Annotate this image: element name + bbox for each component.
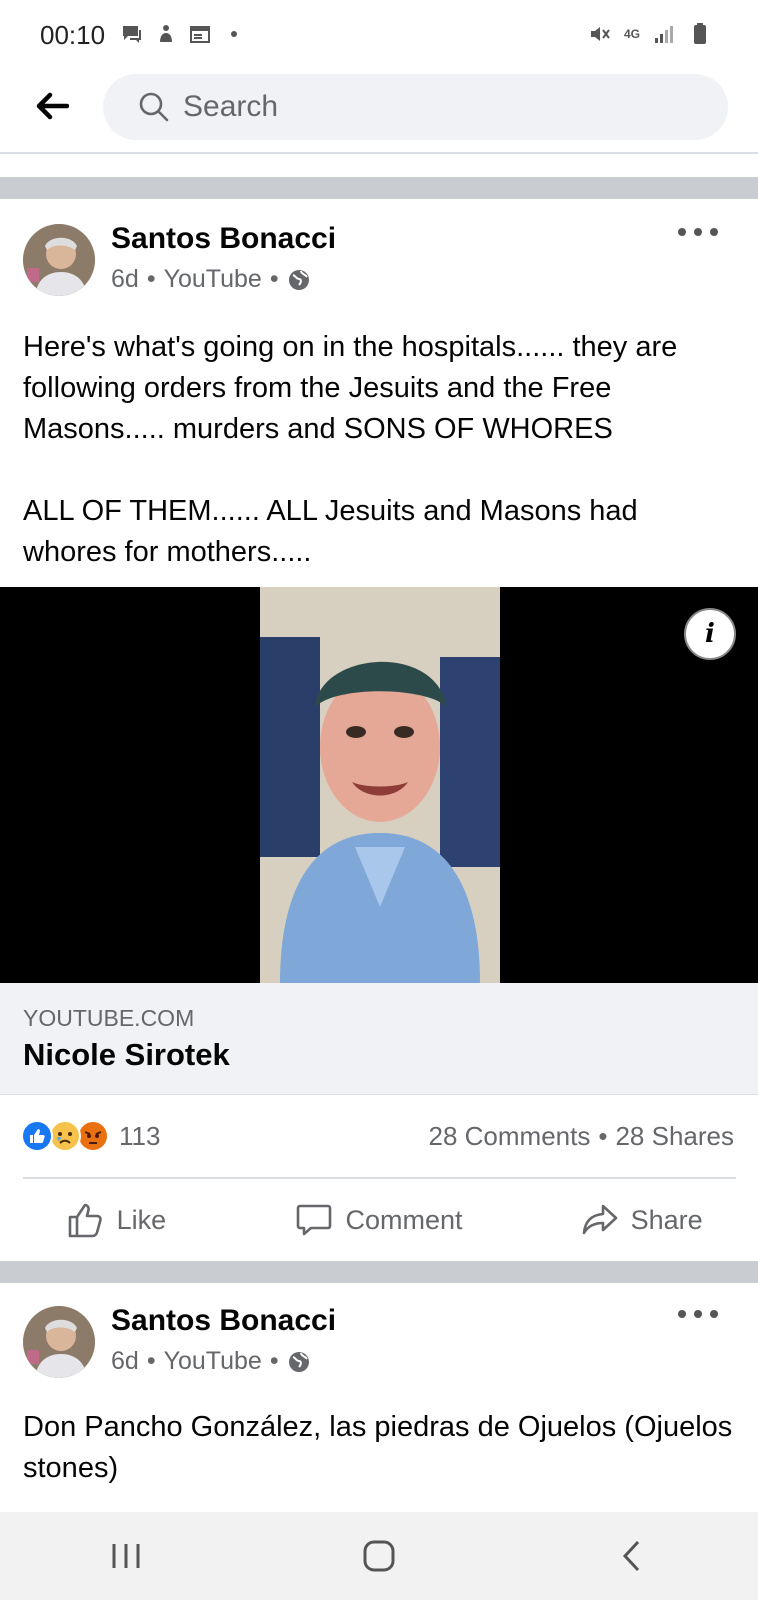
search-icon bbox=[139, 92, 169, 122]
meta-separator: • bbox=[146, 1347, 156, 1375]
post-source: YouTube bbox=[163, 1347, 262, 1375]
back-arrow-icon bbox=[36, 92, 69, 120]
reaction-icons[interactable] bbox=[21, 1120, 109, 1152]
post-options-button[interactable] bbox=[678, 217, 718, 247]
link-domain: YOUTUBE.COM bbox=[23, 1005, 195, 1031]
globe-icon bbox=[288, 1351, 309, 1372]
post-meta: 6d • YouTube • bbox=[111, 1347, 311, 1376]
mute-icon bbox=[590, 27, 610, 41]
post-time[interactable]: 6d bbox=[111, 1347, 139, 1376]
link-title: Nicole Sirotek bbox=[23, 1037, 230, 1072]
post-text: Don Pancho González, las piedras de Ojue… bbox=[23, 1411, 741, 1484]
comments-count[interactable]: 28 Comments bbox=[429, 1121, 591, 1152]
calendar-icon bbox=[190, 26, 210, 43]
more-notifications-dot-icon bbox=[231, 31, 237, 37]
app-notification-icon bbox=[160, 25, 172, 42]
dot bbox=[694, 1310, 702, 1318]
like-label: Like bbox=[116, 1204, 167, 1235]
chevron-left-icon bbox=[622, 1540, 639, 1572]
status-bar: 00:10 4G bbox=[0, 0, 758, 70]
search-header: Search bbox=[0, 70, 758, 154]
post-time[interactable]: 6d bbox=[111, 265, 139, 294]
share-icon bbox=[582, 1204, 617, 1235]
post-text: Here's what's going on in the hospitals.… bbox=[23, 331, 678, 568]
dot bbox=[678, 228, 686, 236]
battery-icon bbox=[694, 23, 706, 44]
search-input[interactable]: Search bbox=[103, 74, 728, 140]
post-actions: Like Comment Share bbox=[0, 1179, 758, 1261]
profile-photo bbox=[23, 224, 95, 296]
like-button[interactable]: Like bbox=[0, 1179, 263, 1261]
post-author[interactable]: Santos Bonacci bbox=[111, 222, 336, 256]
reaction-count[interactable]: 113 bbox=[119, 1121, 160, 1152]
meta-separator: • bbox=[269, 265, 279, 293]
system-back-button[interactable] bbox=[592, 1526, 672, 1586]
feed-divider bbox=[0, 1261, 758, 1283]
post-author[interactable]: Santos Bonacci bbox=[111, 1304, 336, 1338]
recent-apps-button[interactable] bbox=[86, 1526, 166, 1586]
recent-apps-icon bbox=[112, 1544, 140, 1568]
globe-icon bbox=[288, 269, 309, 290]
avatar[interactable] bbox=[23, 224, 95, 296]
post-meta: 6d • YouTube • bbox=[111, 265, 311, 294]
network-type: 4G bbox=[623, 27, 640, 41]
comment-label: Comment bbox=[345, 1204, 463, 1235]
video-player[interactable]: i bbox=[0, 587, 758, 983]
reactions-summary: 113 28 Comments • 28 Shares bbox=[0, 1095, 758, 1177]
avatar[interactable] bbox=[23, 1306, 95, 1378]
comment-icon bbox=[297, 1204, 332, 1236]
meta-separator: • bbox=[269, 1347, 279, 1375]
info-button[interactable]: i bbox=[684, 608, 736, 660]
dot bbox=[710, 228, 718, 236]
sad-reaction-icon bbox=[49, 1120, 81, 1152]
video-thumbnail bbox=[260, 587, 500, 983]
message-notification-icon bbox=[123, 26, 141, 43]
home-button[interactable] bbox=[339, 1526, 419, 1586]
dot bbox=[678, 1310, 686, 1318]
system-navigation-bar bbox=[0, 1512, 758, 1600]
dot bbox=[710, 1310, 718, 1318]
signal-icon bbox=[655, 26, 673, 43]
share-label: Share bbox=[630, 1204, 703, 1235]
feed-divider bbox=[0, 177, 758, 199]
back-button[interactable] bbox=[30, 84, 74, 128]
profile-photo bbox=[23, 1306, 95, 1378]
meta-separator: • bbox=[598, 1121, 608, 1151]
like-icon bbox=[68, 1203, 102, 1238]
meta-separator: • bbox=[146, 265, 156, 293]
shares-count[interactable]: 28 Shares bbox=[615, 1121, 734, 1152]
comments-shares-summary[interactable]: 28 Comments • 28 Shares bbox=[429, 1121, 734, 1152]
post-options-button[interactable] bbox=[678, 1299, 718, 1329]
search-placeholder: Search bbox=[183, 90, 279, 123]
status-time: 00:10 bbox=[40, 20, 106, 50]
like-reaction-icon bbox=[21, 1120, 53, 1152]
link-preview[interactable]: YOUTUBE.COM Nicole Sirotek bbox=[0, 983, 758, 1095]
post-source: YouTube bbox=[163, 265, 262, 293]
dot bbox=[694, 228, 702, 236]
comment-button[interactable]: Comment bbox=[263, 1179, 496, 1261]
share-button[interactable]: Share bbox=[495, 1179, 758, 1261]
post: Santos Bonacci 6d • YouTube • Don Pancho… bbox=[0, 1283, 758, 1512]
home-icon bbox=[363, 1540, 395, 1572]
angry-reaction-icon bbox=[77, 1120, 109, 1152]
